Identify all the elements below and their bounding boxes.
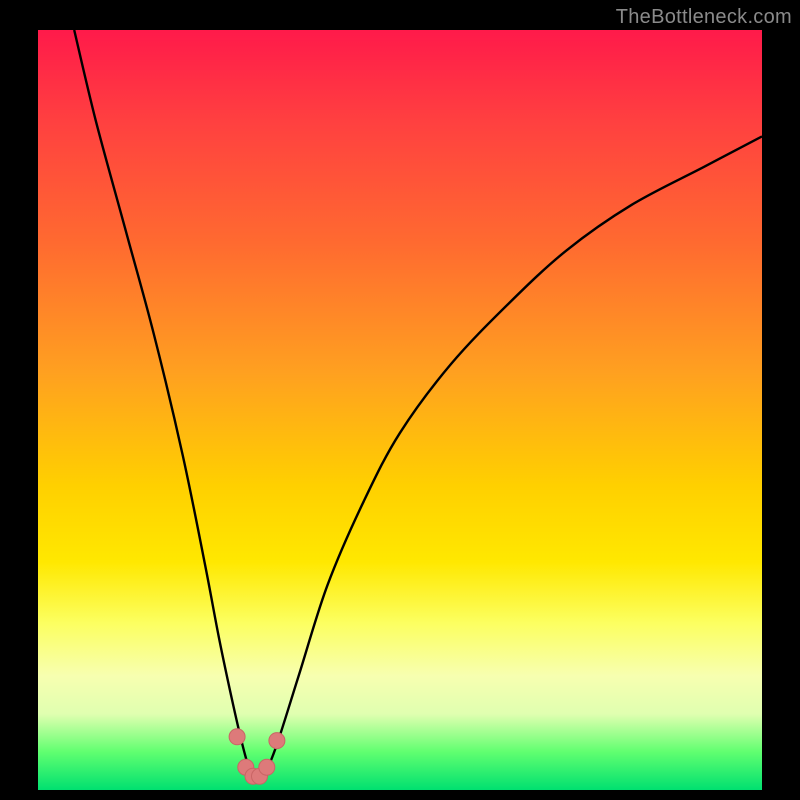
chart-frame: TheBottleneck.com	[0, 0, 800, 800]
curve-dot	[229, 729, 245, 745]
watermark-text: TheBottleneck.com	[616, 6, 792, 29]
bottleneck-curve	[74, 30, 762, 779]
curve-svg	[38, 30, 762, 790]
curve-dots	[229, 729, 285, 785]
curve-dot	[269, 733, 285, 749]
plot-area	[38, 30, 762, 790]
curve-dot	[259, 759, 275, 775]
